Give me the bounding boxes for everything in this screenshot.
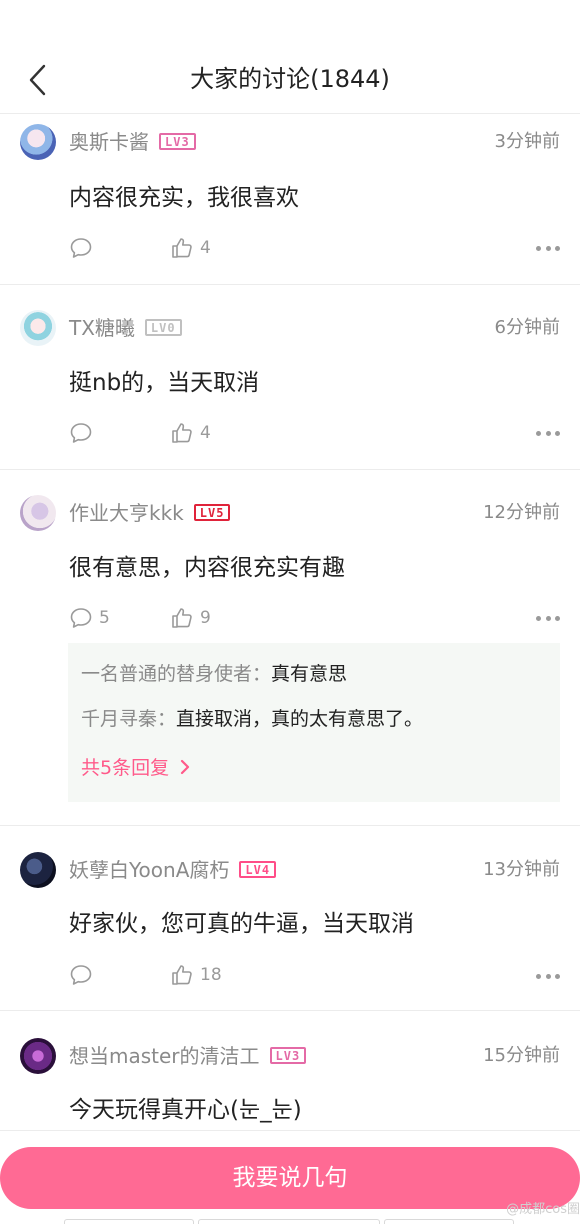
level-badge: LV0 — [144, 319, 182, 336]
bottom-tab[interactable] — [198, 1219, 380, 1224]
username[interactable]: 作业大亨kkk LV5 — [69, 499, 231, 527]
top-nav-bar: 大家的讨论(1844) — [0, 0, 580, 114]
comment-button[interactable]: 5 — [69, 604, 110, 632]
level-badge: LV3 — [159, 133, 196, 150]
reply-item[interactable]: 一名普通的替身使者：真有意思 — [81, 660, 347, 688]
bottom-action-bar: 我要说几句 — [0, 1130, 580, 1224]
reply-item[interactable]: 千月寻秦：直接取消，真的太有意思了。 — [81, 705, 423, 733]
comment-item: 妖孽白YoonA腐朽 LV4 13分钟前 好家伙，您可真的牛逼，当天取消 18 — [0, 826, 580, 1011]
level-badge: LV3 — [269, 1047, 307, 1064]
like-count: 9 — [200, 608, 211, 628]
reply-author[interactable]: 一名普通的替身使者： — [81, 663, 271, 685]
comment-text: 内容很充实，我很喜欢 — [69, 185, 299, 211]
more-icon — [536, 973, 541, 979]
reply-text: 真有意思 — [271, 663, 348, 685]
comment-text: 挺nb的，当天取消 — [69, 370, 260, 396]
more-options-button[interactable] — [536, 429, 560, 437]
like-button[interactable]: 4 — [170, 419, 211, 447]
comment-item: TX糖曦 LV0 6分钟前 挺nb的，当天取消 4 — [0, 285, 580, 470]
comment-item: 想当master的清洁工 LV3 15分钟前 今天玩得真开心(눈_눈) — [0, 1011, 580, 1130]
comment-time: 12分钟前 — [483, 502, 560, 523]
like-count: 4 — [200, 238, 211, 258]
username[interactable]: TX糖曦 LV0 — [69, 314, 182, 342]
comment-icon — [70, 423, 92, 443]
page-title: 大家的讨论(1844) — [190, 65, 390, 93]
comment-button[interactable] — [69, 419, 99, 447]
avatar[interactable] — [20, 124, 56, 160]
more-icon — [536, 245, 541, 251]
comment-time: 13分钟前 — [483, 859, 560, 880]
level-badge: LV4 — [239, 861, 277, 878]
comment-text: 很有意思，内容很充实有趣 — [69, 555, 345, 581]
bottom-tab[interactable] — [384, 1219, 514, 1224]
comment-time: 6分钟前 — [494, 317, 560, 338]
avatar[interactable] — [20, 495, 56, 531]
like-count: 18 — [200, 965, 222, 985]
more-options-button[interactable] — [536, 614, 560, 622]
level-badge: LV5 — [193, 504, 231, 521]
comment-item: 奥斯卡酱 LV3 3分钟前 内容很充实，我很喜欢 4 — [0, 114, 580, 285]
more-icon — [536, 615, 541, 621]
username[interactable]: 奥斯卡酱 LV3 — [69, 128, 196, 156]
avatar[interactable] — [20, 310, 56, 346]
like-count: 4 — [200, 423, 211, 443]
chevron-right-icon — [181, 759, 190, 775]
comment-button[interactable] — [69, 961, 99, 989]
reply-text: 直接取消，真的太有意思了。 — [176, 708, 424, 730]
avatar[interactable] — [20, 1038, 56, 1074]
like-icon — [172, 608, 192, 628]
like-icon — [172, 238, 192, 258]
reply-count: 5 — [99, 608, 110, 628]
comment-time: 15分钟前 — [483, 1045, 560, 1066]
reply-author[interactable]: 千月寻秦： — [81, 708, 176, 730]
comment-icon — [70, 238, 92, 258]
more-options-button[interactable] — [536, 244, 560, 252]
username[interactable]: 想当master的清洁工 LV3 — [69, 1042, 307, 1070]
comment-text: 好家伙，您可真的牛逼，当天取消 — [69, 911, 414, 937]
write-comment-button[interactable]: 我要说几句 — [0, 1147, 580, 1209]
like-button[interactable]: 9 — [170, 604, 211, 632]
like-icon — [172, 423, 192, 443]
view-all-replies-link[interactable]: 共5条回复 — [81, 753, 191, 783]
like-button[interactable]: 4 — [170, 234, 211, 262]
like-icon — [172, 965, 192, 985]
avatar[interactable] — [20, 852, 56, 888]
comment-icon — [70, 965, 92, 985]
comment-text: 今天玩得真开心(눈_눈) — [69, 1097, 302, 1123]
more-options-button[interactable] — [536, 972, 560, 980]
reply-preview-box: 一名普通的替身使者：真有意思 千月寻秦：直接取消，真的太有意思了。 共5条回复 — [68, 643, 560, 802]
watermark: @成都cos圈 — [506, 1202, 580, 1217]
like-button[interactable]: 18 — [170, 961, 222, 989]
bottom-tab[interactable] — [64, 1219, 194, 1224]
username[interactable]: 妖孽白YoonA腐朽 LV4 — [69, 856, 277, 884]
comment-time: 3分钟前 — [494, 131, 560, 152]
comment-button[interactable] — [69, 234, 99, 262]
comment-icon — [70, 608, 92, 628]
more-icon — [536, 430, 541, 436]
